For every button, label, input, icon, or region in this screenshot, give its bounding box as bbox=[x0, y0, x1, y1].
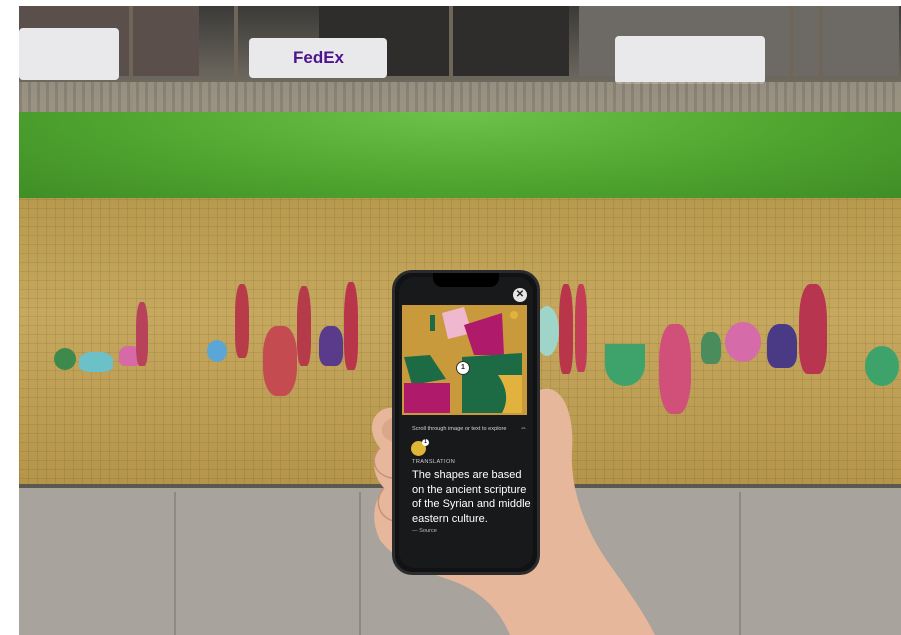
wall-glyph bbox=[559, 284, 573, 374]
source-link[interactable]: — Source bbox=[412, 528, 437, 534]
wall-glyph bbox=[54, 348, 76, 370]
wall-glyph bbox=[344, 282, 358, 370]
badge-count: 1 bbox=[422, 439, 429, 446]
phone-device: ✕ 1 Scroll through image or text to expl… bbox=[392, 270, 540, 575]
delivery-truck bbox=[19, 28, 119, 80]
wall-glyph bbox=[799, 284, 827, 374]
artwork-shapes bbox=[402, 305, 527, 415]
wall-glyph bbox=[297, 286, 311, 366]
fence bbox=[19, 82, 901, 116]
wall-glyph bbox=[865, 346, 899, 386]
section-label: TRANSLATION bbox=[412, 459, 456, 465]
phone-notch bbox=[433, 273, 499, 287]
wall-glyph bbox=[207, 340, 227, 362]
wall-glyph bbox=[79, 352, 113, 372]
wall-glyph bbox=[575, 284, 587, 372]
wall-glyph bbox=[319, 326, 343, 366]
phone-screen: ✕ 1 Scroll through image or text to expl… bbox=[399, 277, 533, 568]
wall-glyph bbox=[659, 324, 691, 414]
pavement-seam bbox=[174, 492, 176, 635]
wall-glyph bbox=[235, 284, 249, 358]
artwork-image[interactable]: 1 bbox=[402, 305, 527, 415]
delivery-truck bbox=[615, 36, 765, 84]
wall-glyph bbox=[263, 326, 297, 396]
delivery-truck: FedEx bbox=[249, 38, 387, 78]
wall-glyph bbox=[701, 332, 721, 364]
truck-logo: FedEx bbox=[293, 48, 345, 67]
translation-text: The shapes are based on the ancient scri… bbox=[412, 469, 531, 525]
hotspot-marker[interactable]: 1 bbox=[456, 361, 470, 375]
wall-glyph bbox=[725, 322, 761, 362]
wall-glyph bbox=[136, 302, 148, 366]
close-icon[interactable]: ✕ bbox=[513, 288, 527, 302]
swipe-icon: ⇔ bbox=[520, 425, 527, 432]
pavement-seam bbox=[739, 492, 741, 635]
wall-glyph bbox=[767, 324, 797, 368]
scroll-hint: Scroll through image or text to explore bbox=[412, 426, 507, 432]
lawn bbox=[19, 112, 901, 202]
